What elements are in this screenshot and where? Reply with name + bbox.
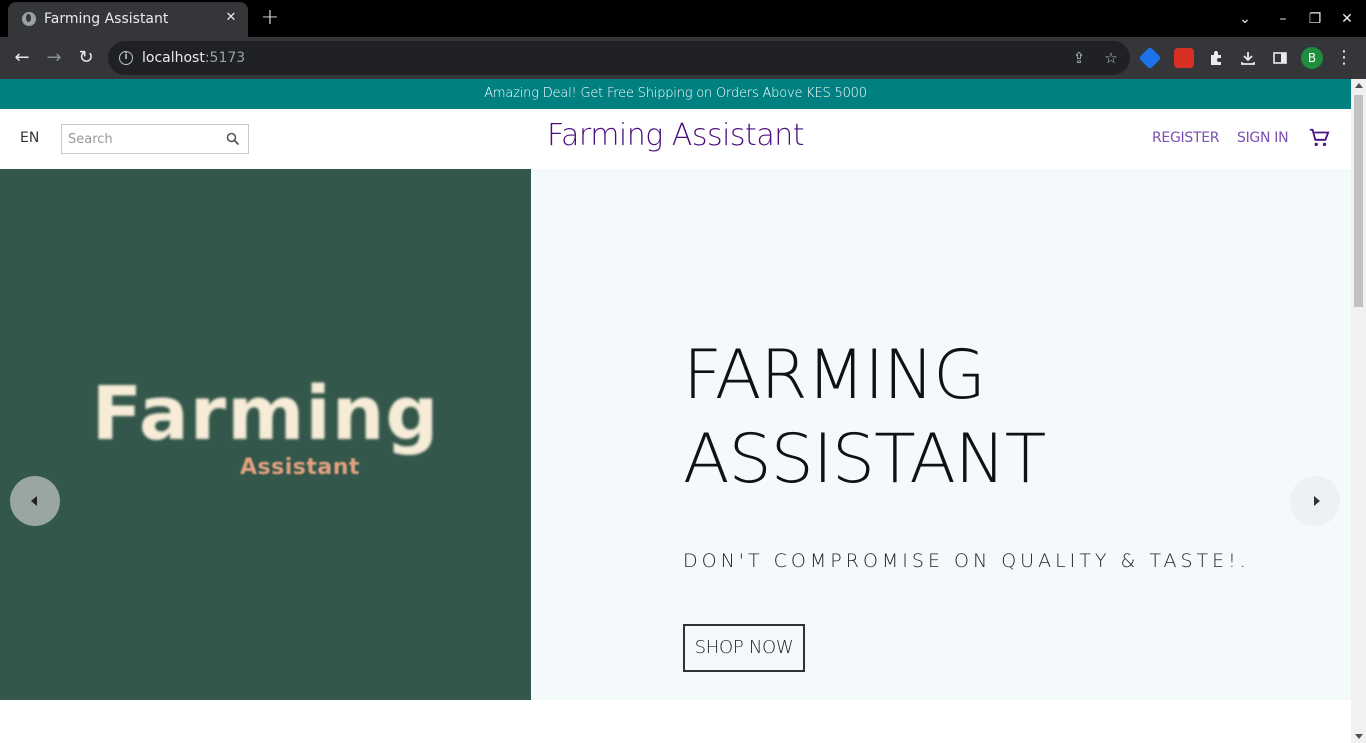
register-link[interactable]: REGISTER [1152, 130, 1219, 146]
profile-avatar[interactable]: B [1301, 47, 1323, 69]
hero-image-subwordmark: Assistant [240, 455, 360, 480]
shopping-cart-icon[interactable] [1308, 127, 1330, 149]
window-close-icon[interactable]: ✕ [1336, 8, 1358, 30]
reload-icon[interactable]: ↻ [74, 46, 98, 70]
browser-tab-strip: Farming Assistant ✕ + ⌄ – ❐ ✕ [0, 0, 1366, 37]
tab-close-icon[interactable]: ✕ [222, 9, 240, 27]
site-header: EN Farming Assistant REGISTER SIGN IN [0, 109, 1351, 169]
scrollbar-thumb[interactable] [1354, 95, 1363, 307]
slider-next-button[interactable] [1290, 476, 1340, 526]
slider-prev-button[interactable] [10, 476, 60, 526]
announcement-bar: Amazing Deal! Get Free Shipping on Order… [0, 79, 1351, 109]
minimize-icon[interactable]: – [1272, 8, 1294, 30]
browser-tab[interactable]: Farming Assistant ✕ [8, 2, 248, 37]
address-bar[interactable]: i localhost:5173 ⇪ ☆ [108, 41, 1130, 75]
site-logo[interactable]: Farming Assistant [0, 118, 1351, 153]
share-icon[interactable]: ⇪ [1070, 49, 1088, 67]
new-tab-button[interactable]: + [258, 6, 282, 30]
bookmark-star-icon[interactable]: ☆ [1102, 49, 1120, 67]
tab-search-chevron-icon[interactable]: ⌄ [1234, 8, 1256, 30]
hero-subtitle: DON'T COMPROMISE ON QUALITY & TASTE!. [683, 550, 1250, 572]
arrow-right-icon [1314, 496, 1320, 506]
hero-image-wordmark: Farming [91, 371, 440, 457]
page-viewport: Amazing Deal! Get Free Shipping on Order… [0, 79, 1351, 743]
puzzle-extensions-icon[interactable] [1206, 48, 1226, 68]
page-scrollbar[interactable] [1351, 79, 1366, 743]
side-panel-icon[interactable] [1270, 48, 1290, 68]
scroll-down-icon[interactable] [1355, 734, 1363, 739]
browser-menu-icon[interactable]: ⋮ [1332, 46, 1356, 70]
restore-icon[interactable]: ❐ [1304, 8, 1326, 30]
tab-title: Farming Assistant [44, 11, 169, 27]
shield-extension-icon[interactable] [1138, 46, 1162, 70]
browser-toolbar: ← → ↻ i localhost:5173 ⇪ ☆ B ⋮ [0, 37, 1366, 79]
back-icon[interactable]: ← [10, 46, 34, 70]
scroll-up-icon[interactable] [1355, 83, 1363, 88]
globe-icon [22, 12, 36, 26]
hero-slider: Farming Assistant FARMING ASSISTANT DON'… [0, 169, 1351, 700]
forward-icon[interactable]: → [42, 46, 66, 70]
bug-extension-icon[interactable] [1174, 48, 1194, 68]
hero-image: Farming Assistant [0, 169, 531, 700]
hero-title: FARMING ASSISTANT [683, 336, 1046, 499]
arrow-left-icon [31, 496, 37, 506]
download-icon[interactable] [1238, 48, 1258, 68]
site-info-icon[interactable]: i [119, 51, 133, 65]
sign-in-link[interactable]: SIGN IN [1237, 130, 1289, 146]
shop-now-button[interactable]: SHOP NOW [683, 624, 805, 672]
url-text[interactable]: localhost:5173 [142, 50, 245, 66]
